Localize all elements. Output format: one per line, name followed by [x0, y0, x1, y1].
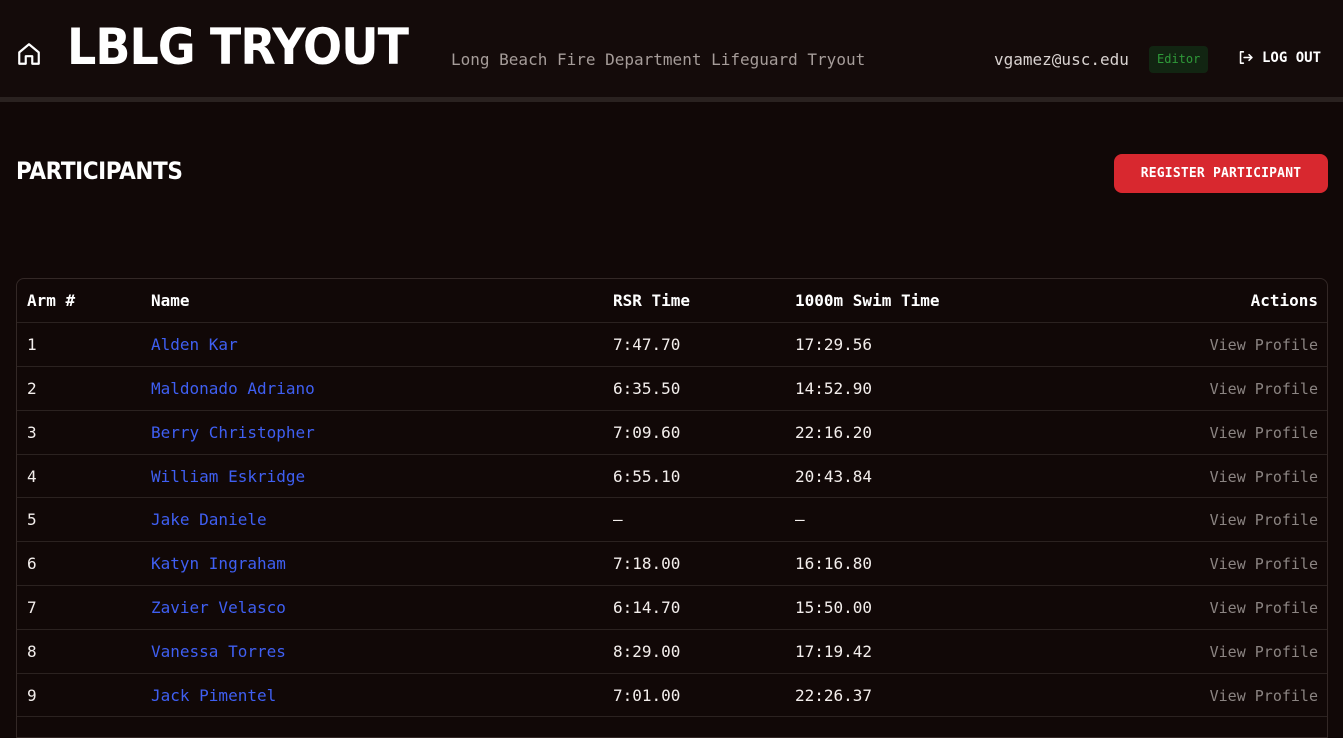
swim-time-cell: 14:52.90	[795, 366, 1095, 411]
view-profile-link[interactable]: View Profile	[1210, 599, 1318, 617]
column-header-arm[interactable]: Arm #	[17, 279, 151, 324]
logout-label: LOG OUT	[1262, 49, 1322, 66]
view-profile-link[interactable]: View Profile	[1210, 380, 1318, 398]
arm-number-cell: 4	[17, 454, 151, 499]
table-row: 7 Zavier Velasco 6:14.70 15:50.00 View P…	[17, 585, 1327, 630]
app-brand-title[interactable]: LBLG TRYOUT	[67, 17, 409, 77]
table-row: 8 Vanessa Torres 8:29.00 17:19.42 View P…	[17, 629, 1327, 674]
swim-time-cell: 17:29.56	[795, 322, 1095, 368]
arm-number-cell: 3	[17, 410, 151, 455]
view-profile-link[interactable]: View Profile	[1210, 424, 1318, 442]
participants-table: Arm # Name RSR Time 1000m Swim Time Acti…	[16, 278, 1328, 738]
arm-number-cell: 1	[17, 322, 151, 368]
view-profile-link[interactable]: View Profile	[1210, 336, 1318, 354]
swim-time-cell: 17:19.42	[795, 629, 1095, 674]
column-header-rsr-time[interactable]: RSR Time	[613, 279, 795, 324]
arm-number-cell: 5	[17, 497, 151, 543]
swim-time-cell: 20:43.84	[795, 454, 1095, 499]
arm-number-cell: 8	[17, 629, 151, 674]
view-profile-link[interactable]: View Profile	[1210, 555, 1318, 573]
rsr-time-cell: —	[613, 497, 795, 543]
home-icon[interactable]	[16, 41, 42, 67]
register-participant-button[interactable]: REGISTER PARTICIPANT	[1114, 154, 1328, 193]
participant-name-link[interactable]: Jack Pimentel	[151, 686, 276, 705]
header-divider	[0, 97, 1343, 102]
participant-name-link[interactable]: Alden Kar	[151, 335, 238, 354]
rsr-time-cell: 7:01.00	[613, 673, 795, 718]
logout-button[interactable]: LOG OUT	[1237, 49, 1321, 66]
table-row: 1 Alden Kar 7:47.70 17:29.56 View Profil…	[17, 322, 1327, 368]
arm-number-cell: 9	[17, 673, 151, 718]
view-profile-link[interactable]: View Profile	[1210, 643, 1318, 661]
participant-name-link[interactable]: William Eskridge	[151, 467, 305, 486]
participant-name-link[interactable]: Maldonado Adriano	[151, 379, 315, 398]
swim-time-cell: 16:16.80	[795, 541, 1095, 587]
table-row: 5 Jake Daniele — — View Profile	[17, 497, 1327, 543]
table-row: 9 Jack Pimentel 7:01.00 22:26.37 View Pr…	[17, 673, 1327, 718]
column-header-swim-time[interactable]: 1000m Swim Time	[795, 279, 1095, 324]
swim-time-cell: 15:50.00	[795, 585, 1095, 630]
column-header-name[interactable]: Name	[151, 279, 613, 324]
table-row: 2 Maldonado Adriano 6:35.50 14:52.90 Vie…	[17, 366, 1327, 411]
page-title: PARTICIPANTS	[16, 157, 183, 185]
participant-name-link[interactable]: Katyn Ingraham	[151, 554, 286, 573]
role-badge: Editor	[1149, 46, 1209, 73]
logout-icon	[1237, 49, 1254, 66]
swim-time-cell: 22:26.37	[795, 673, 1095, 718]
rsr-time-cell: 6:35.50	[613, 366, 795, 411]
view-profile-link[interactable]: View Profile	[1210, 511, 1318, 529]
rsr-time-cell: 7:18.00	[613, 541, 795, 587]
column-header-actions: Actions	[1095, 279, 1327, 324]
table-row: 4 William Eskridge 6:55.10 20:43.84 View…	[17, 454, 1327, 499]
rsr-time-cell: 8:29.00	[613, 629, 795, 674]
participant-name-link[interactable]: Berry Christopher	[151, 423, 315, 442]
participant-name-link[interactable]: Zavier Velasco	[151, 598, 286, 617]
top-header: LBLG TRYOUT Long Beach Fire Department L…	[0, 0, 1343, 98]
app-subtitle: Long Beach Fire Department Lifeguard Try…	[451, 50, 866, 69]
table-row: 6 Katyn Ingraham 7:18.00 16:16.80 View P…	[17, 541, 1327, 587]
swim-time-cell: —	[795, 497, 1095, 543]
rsr-time-cell: 6:14.70	[613, 585, 795, 630]
view-profile-link[interactable]: View Profile	[1210, 468, 1318, 486]
rsr-time-cell: 7:47.70	[613, 322, 795, 368]
arm-number-cell: 6	[17, 541, 151, 587]
participant-name-link[interactable]: Jake Daniele	[151, 510, 267, 529]
arm-number-cell: 2	[17, 366, 151, 411]
rsr-time-cell: 7:09.60	[613, 410, 795, 455]
table-header-row: Arm # Name RSR Time 1000m Swim Time Acti…	[17, 279, 1327, 324]
rsr-time-cell: 6:55.10	[613, 454, 795, 499]
swim-time-cell: 22:16.20	[795, 410, 1095, 455]
view-profile-link[interactable]: View Profile	[1210, 687, 1318, 705]
arm-number-cell: 7	[17, 585, 151, 630]
user-email: vgamez@usc.edu	[994, 50, 1129, 69]
table-row: 3 Berry Christopher 7:09.60 22:16.20 Vie…	[17, 410, 1327, 455]
participant-name-link[interactable]: Vanessa Torres	[151, 642, 286, 661]
